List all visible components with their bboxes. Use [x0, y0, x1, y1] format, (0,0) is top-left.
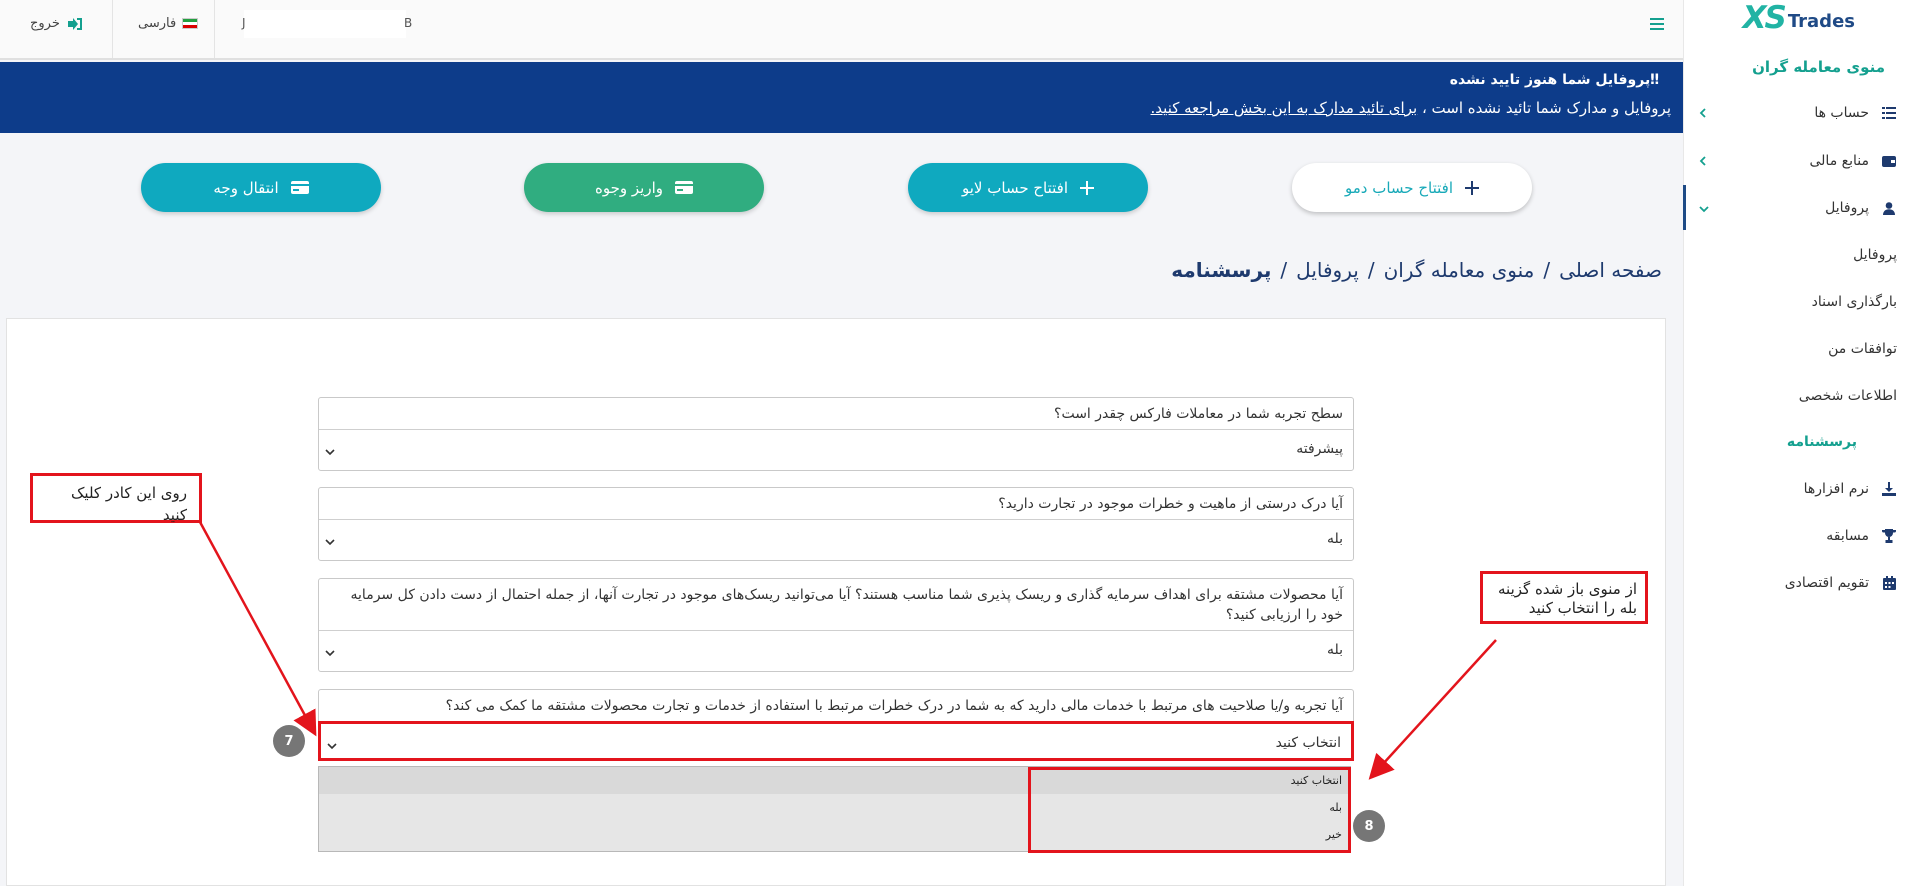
download-icon	[1881, 481, 1897, 497]
sidebar-item-software[interactable]: نرم افزارها	[1683, 474, 1907, 504]
plus-icon	[1080, 180, 1095, 195]
wallet-icon	[1881, 153, 1897, 169]
calendar-icon	[1881, 575, 1897, 591]
user-name-fragment: B	[404, 16, 413, 30]
credit-card-icon	[290, 181, 309, 194]
click-box-note: روی این کادر کلیک کنید	[30, 473, 202, 524]
chevron-left-icon	[1699, 154, 1706, 170]
verify-documents-link[interactable]: برای تائید مدارک به این بخش مراجعه کنید.	[1151, 99, 1418, 117]
transfer-funds-button[interactable]: انتقال وجه	[141, 163, 381, 212]
sidebar-subitem-upload-documents[interactable]: بارگذاری اسناد	[1812, 294, 1897, 310]
alert-title: ‼پروفایل شما هنوز تایید نشده	[1449, 72, 1659, 88]
credit-card-icon	[675, 181, 693, 194]
choose-yes-note: از منوی باز شده گزینه بله را انتخاب کنید	[1480, 571, 1648, 624]
sidebar-item-profile[interactable]: پروفایل	[1683, 193, 1907, 223]
active-item-indicator	[1683, 185, 1686, 230]
header-divider	[214, 0, 215, 58]
language-label: فارسی	[138, 16, 177, 31]
breadcrumb-home[interactable]: صفحه اصلی	[1559, 258, 1662, 282]
sidebar-subitem-profile[interactable]: پروفایل	[1853, 247, 1897, 263]
sidebar-subitem-questionnaire[interactable]: پرسشنامه	[1787, 434, 1857, 450]
top-header: J B فارسی خروج	[0, 0, 1683, 60]
answer-select-highlighted[interactable]: انتخاب کنید	[318, 721, 1354, 761]
dropdown-option[interactable]: انتخاب کنید	[319, 767, 1350, 794]
question-text: آیا تجربه و/یا صلاحیت های مرتبط با خدمات…	[319, 690, 1353, 722]
answer-select[interactable]: بله	[319, 520, 1353, 560]
question-text: سطح تجربه شما در معاملات فارکس چقدر است؟	[319, 398, 1353, 430]
plus-icon	[1465, 180, 1479, 195]
alert-text: پروفایل و مدارک شما تائید نشده است ، برا…	[1150, 99, 1671, 117]
sidebar-item-economic-calendar[interactable]: تقویم اقتصادی	[1683, 568, 1907, 598]
chevron-down-icon	[325, 534, 335, 550]
question-box: آیا تجربه و/یا صلاحیت های مرتبط با خدمات…	[318, 689, 1354, 761]
step-badge: 8	[1353, 810, 1385, 842]
language-selector[interactable]: فارسی	[138, 16, 199, 31]
breadcrumb-profile[interactable]: پروفایل	[1296, 258, 1359, 282]
xstrades-logo: XS Trades	[1742, 0, 1855, 36]
header-divider	[112, 0, 113, 58]
sidebar-item-accounts[interactable]: حساب ها	[1683, 98, 1907, 128]
trophy-icon	[1881, 528, 1897, 544]
question-box: آیا درک درستی از ماهیت و خطرات موجود در …	[318, 487, 1354, 561]
chevron-left-icon	[1699, 106, 1706, 122]
profile-alert-banner: ‼پروفایل شما هنوز تایید نشده پروفایل و م…	[0, 62, 1683, 133]
sign-out-icon	[67, 17, 82, 30]
sidebar-title: منوی معامله گران	[1752, 58, 1885, 76]
answer-select[interactable]: بله	[319, 631, 1353, 671]
iran-flag-icon	[182, 18, 199, 29]
open-live-account-button[interactable]: افتتاح حساب لایو	[908, 163, 1148, 212]
user-name-fragment: J	[242, 16, 246, 30]
chevron-down-icon	[1699, 201, 1709, 217]
dropdown-option-no[interactable]: خیر	[319, 821, 1350, 848]
chevron-down-icon	[325, 645, 335, 661]
question-box: سطح تجربه شما در معاملات فارکس چقدر است؟…	[318, 397, 1354, 471]
sidebar: XS Trades منوی معامله گران حساب ها منابع …	[1683, 0, 1907, 886]
user-name-redacted	[244, 10, 406, 38]
answer-select[interactable]: پیشرفته	[319, 430, 1353, 470]
question-box: آیا محصولات مشتقه برای اهداف سرمایه گذار…	[318, 578, 1354, 672]
dropdown-options-list: انتخاب کنید بله خیر	[318, 766, 1351, 852]
chevron-down-icon	[325, 444, 335, 460]
question-text: آیا محصولات مشتقه برای اهداف سرمایه گذار…	[319, 579, 1353, 631]
open-demo-account-button[interactable]: افتتاح حساب دمو	[1292, 163, 1532, 212]
sidebar-subitem-personal-info[interactable]: اطلاعات شخصی	[1799, 388, 1897, 404]
exclamation-icon: ‼	[1650, 72, 1659, 88]
sidebar-subitem-agreements[interactable]: توافقات من	[1828, 341, 1897, 357]
step-badge: 7	[273, 725, 305, 757]
breadcrumb-current: پرسشنامه	[1171, 258, 1272, 282]
chevron-down-icon	[327, 738, 337, 754]
breadcrumb: صفحه اصلی/منوی معامله گران/پروفایل/پرسشن…	[1171, 258, 1662, 282]
logout-button[interactable]: خروج	[30, 16, 82, 31]
sidebar-item-competition[interactable]: مسابقه	[1683, 521, 1907, 551]
breadcrumb-traders-menu[interactable]: منوی معامله گران	[1384, 258, 1535, 282]
logout-label: خروج	[30, 16, 60, 31]
deposit-funds-button[interactable]: واریز وجوه	[524, 163, 764, 212]
question-text: آیا درک درستی از ماهیت و خطرات موجود در …	[319, 488, 1353, 520]
hamburger-menu-icon[interactable]	[1650, 18, 1664, 30]
user-icon	[1881, 200, 1897, 216]
sidebar-item-funds[interactable]: منابع مالی	[1683, 146, 1907, 176]
dropdown-option-yes[interactable]: بله	[319, 794, 1350, 821]
list-icon	[1881, 105, 1897, 121]
